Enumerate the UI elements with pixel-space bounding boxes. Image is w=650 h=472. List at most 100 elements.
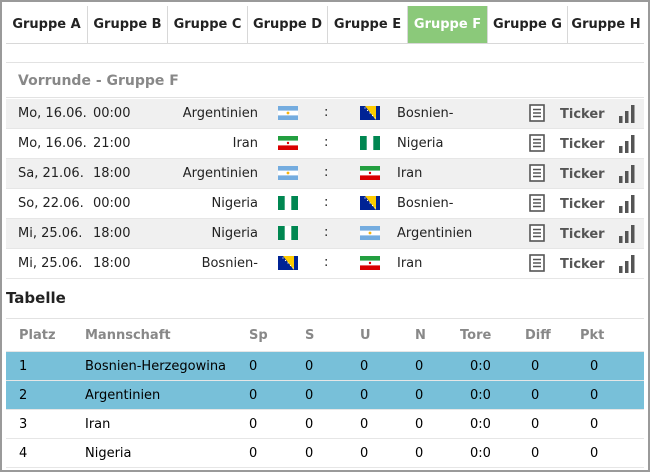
cell-team: Bosnien-Herzegowina (85, 359, 227, 374)
stats-icon[interactable] (618, 135, 636, 153)
home-team: Argentinien (182, 166, 258, 181)
match-row: Mo, 16.06. 00:00 Argentinien: Bosnien- Ticke… (6, 99, 644, 129)
score-separator: : (324, 195, 329, 210)
ticker-link[interactable]: Ticker (560, 167, 605, 182)
argentina-flag (278, 166, 298, 180)
group-tabs: Gruppe A Gruppe B Gruppe C Gruppe D Gruppe E… (6, 6, 644, 44)
section-title: Vorrunde - Gruppe F (6, 62, 644, 98)
cell-diff: 0 (531, 359, 540, 374)
table-row: 2 Argentinien 0 0 0 0 0:0 0 0 (6, 381, 644, 410)
stats-icon[interactable] (618, 255, 636, 273)
header-u: U (360, 328, 371, 343)
home-team: Nigeria (211, 226, 258, 241)
tab-gruppe-a[interactable]: Gruppe A (6, 6, 88, 43)
iran-flag (278, 136, 298, 150)
ticker-link[interactable]: Ticker (560, 197, 605, 212)
tab-gruppe-b[interactable]: Gruppe B (88, 6, 168, 43)
cell-sp: 0 (249, 359, 258, 374)
header-platz: Platz (19, 328, 56, 343)
cell-sp: 0 (249, 446, 258, 461)
document-icon[interactable] (529, 254, 545, 272)
cell-pkt: 0 (590, 446, 599, 461)
match-date: Mo, 16.06. (18, 106, 87, 121)
cell-team: Nigeria (85, 446, 132, 461)
stats-icon[interactable] (618, 165, 636, 183)
stats-icon[interactable] (618, 195, 636, 213)
cell-s: 0 (305, 388, 314, 403)
match-time: 21:00 (93, 136, 131, 151)
argentina-flag (360, 226, 380, 240)
document-icon[interactable] (529, 194, 545, 212)
score-separator: : (324, 105, 329, 120)
nigeria-flag (278, 196, 298, 210)
score-separator: : (324, 165, 329, 180)
cell-u: 0 (360, 417, 369, 432)
stats-icon[interactable] (618, 225, 636, 243)
away-team: Iran (397, 256, 423, 271)
cell-sp: 0 (249, 417, 258, 432)
match-row: Mi, 25.06. 18:00 Nigeria: Argentinien Ticker (6, 219, 644, 249)
header-sp: Sp (249, 328, 268, 343)
match-time: 00:00 (93, 106, 131, 121)
match-date: So, 22.06. (18, 196, 84, 211)
ticker-link[interactable]: Ticker (560, 107, 605, 122)
table-header: Platz Mannschaft Sp S U N Tore Diff Pkt (6, 318, 644, 352)
score-separator: : (324, 135, 329, 150)
tab-gruppe-g[interactable]: Gruppe G (488, 6, 568, 43)
cell-platz: 2 (19, 388, 28, 403)
cell-tore: 0:0 (470, 359, 491, 374)
match-row: Mo, 16.06. 21:00 Iran: Nigeria Ticker (6, 129, 644, 159)
group-panel: Gruppe A Gruppe B Gruppe C Gruppe D Gruppe E… (0, 0, 650, 472)
match-time: 18:00 (93, 226, 131, 241)
table-title: Tabelle (6, 289, 66, 307)
document-icon[interactable] (529, 104, 545, 122)
cell-diff: 0 (531, 417, 540, 432)
document-icon[interactable] (529, 164, 545, 182)
cell-pkt: 0 (590, 417, 599, 432)
iran-flag (360, 166, 380, 180)
match-list: Mo, 16.06. 00:00 Argentinien: Bosnien- Ticke… (6, 99, 644, 279)
bosnia-flag (360, 196, 380, 210)
ticker-link[interactable]: Ticker (560, 137, 605, 152)
cell-platz: 1 (19, 359, 28, 374)
header-diff: Diff (525, 328, 551, 343)
match-time: 18:00 (93, 166, 131, 181)
cell-platz: 4 (19, 446, 28, 461)
cell-team: Argentinien (85, 388, 161, 403)
cell-n: 0 (415, 417, 424, 432)
ticker-link[interactable]: Ticker (560, 257, 605, 272)
cell-diff: 0 (531, 446, 540, 461)
cell-tore: 0:0 (470, 417, 491, 432)
document-icon[interactable] (529, 134, 545, 152)
tab-gruppe-f[interactable]: Gruppe F (408, 6, 488, 43)
cell-n: 0 (415, 388, 424, 403)
tab-gruppe-e[interactable]: Gruppe E (328, 6, 408, 43)
home-team: Iran (232, 136, 258, 151)
cell-s: 0 (305, 446, 314, 461)
cell-tore: 0:0 (470, 388, 491, 403)
cell-u: 0 (360, 388, 369, 403)
header-pkt: Pkt (580, 328, 605, 343)
cell-n: 0 (415, 446, 424, 461)
score-separator: : (324, 225, 329, 240)
away-team: Nigeria (397, 136, 444, 151)
cell-pkt: 0 (590, 388, 599, 403)
cell-u: 0 (360, 446, 369, 461)
table-row: 3 Iran 0 0 0 0 0:0 0 0 (6, 410, 644, 439)
cell-platz: 3 (19, 417, 28, 432)
tab-gruppe-d[interactable]: Gruppe D (248, 6, 328, 43)
home-team: Nigeria (211, 196, 258, 211)
stats-icon[interactable] (618, 105, 636, 123)
header-s: S (305, 328, 315, 343)
cell-s: 0 (305, 417, 314, 432)
document-icon[interactable] (529, 224, 545, 242)
cell-sp: 0 (249, 388, 258, 403)
match-time: 00:00 (93, 196, 131, 211)
tab-gruppe-h[interactable]: Gruppe H (568, 6, 644, 43)
tab-gruppe-c[interactable]: Gruppe C (168, 6, 248, 43)
home-team: Argentinien (182, 106, 258, 121)
iran-flag (360, 256, 380, 270)
ticker-link[interactable]: Ticker (560, 227, 605, 242)
match-row: So, 22.06. 00:00 Nigeria: Bosnien- Ticker (6, 189, 644, 219)
cell-team: Iran (85, 417, 111, 432)
